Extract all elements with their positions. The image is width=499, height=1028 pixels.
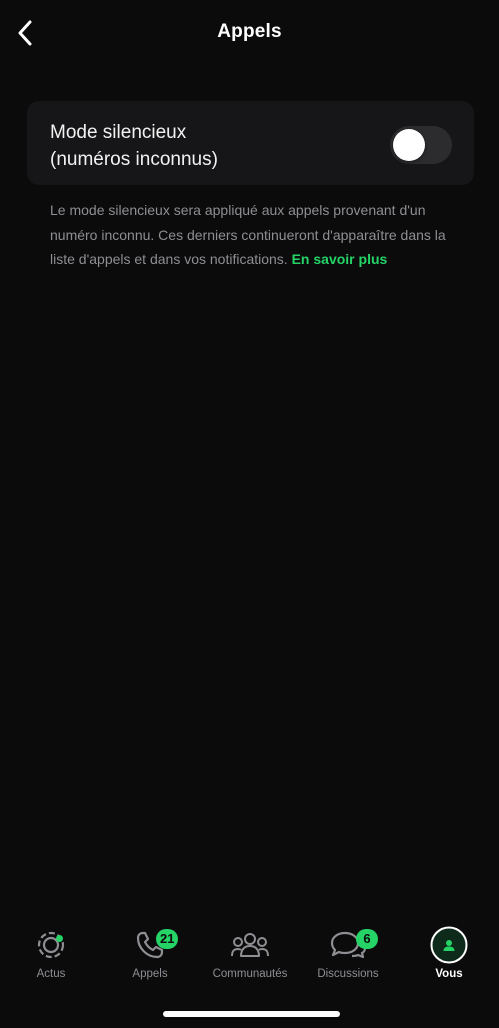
silent-mode-label: Mode silencieux (numéros inconnus) (50, 119, 350, 173)
learn-more-link[interactable]: En savoir plus (292, 251, 388, 267)
tab-actus[interactable]: Actus (1, 925, 101, 995)
tab-appels[interactable]: 21 Appels (100, 925, 200, 995)
tab-bar: Actus 21 Appels Communautés 6 Discussion… (0, 925, 499, 1005)
silent-mode-toggle[interactable] (390, 126, 452, 164)
page-title: Appels (217, 21, 282, 42)
toggle-knob (393, 129, 425, 161)
tab-label: Actus (36, 968, 66, 980)
communities-icon (231, 933, 269, 957)
tab-label: Vous (435, 968, 463, 980)
tab-vous[interactable]: Vous (399, 925, 499, 995)
status-update-dot (56, 935, 63, 942)
tab-label: Appels (132, 968, 168, 980)
silent-mode-card: Mode silencieux (numéros inconnus) (27, 101, 474, 185)
silent-mode-description: Le mode silencieux sera appliqué aux app… (50, 198, 470, 272)
silent-mode-label-line2: (numéros inconnus) (50, 149, 218, 170)
tab-label: Communautés (212, 968, 288, 980)
tab-communautes[interactable]: Communautés (200, 925, 300, 995)
silent-mode-label-line1: Mode silencieux (50, 122, 187, 143)
tab-label: Discussions (317, 968, 379, 980)
status-icon (37, 931, 65, 959)
navigation-bar: Appels (0, 0, 499, 66)
calls-badge: 21 (156, 929, 179, 949)
profile-icon (430, 926, 468, 964)
discussions-badge: 6 (356, 929, 378, 949)
home-indicator (163, 1011, 340, 1017)
tab-discussions[interactable]: 6 Discussions (298, 925, 398, 995)
